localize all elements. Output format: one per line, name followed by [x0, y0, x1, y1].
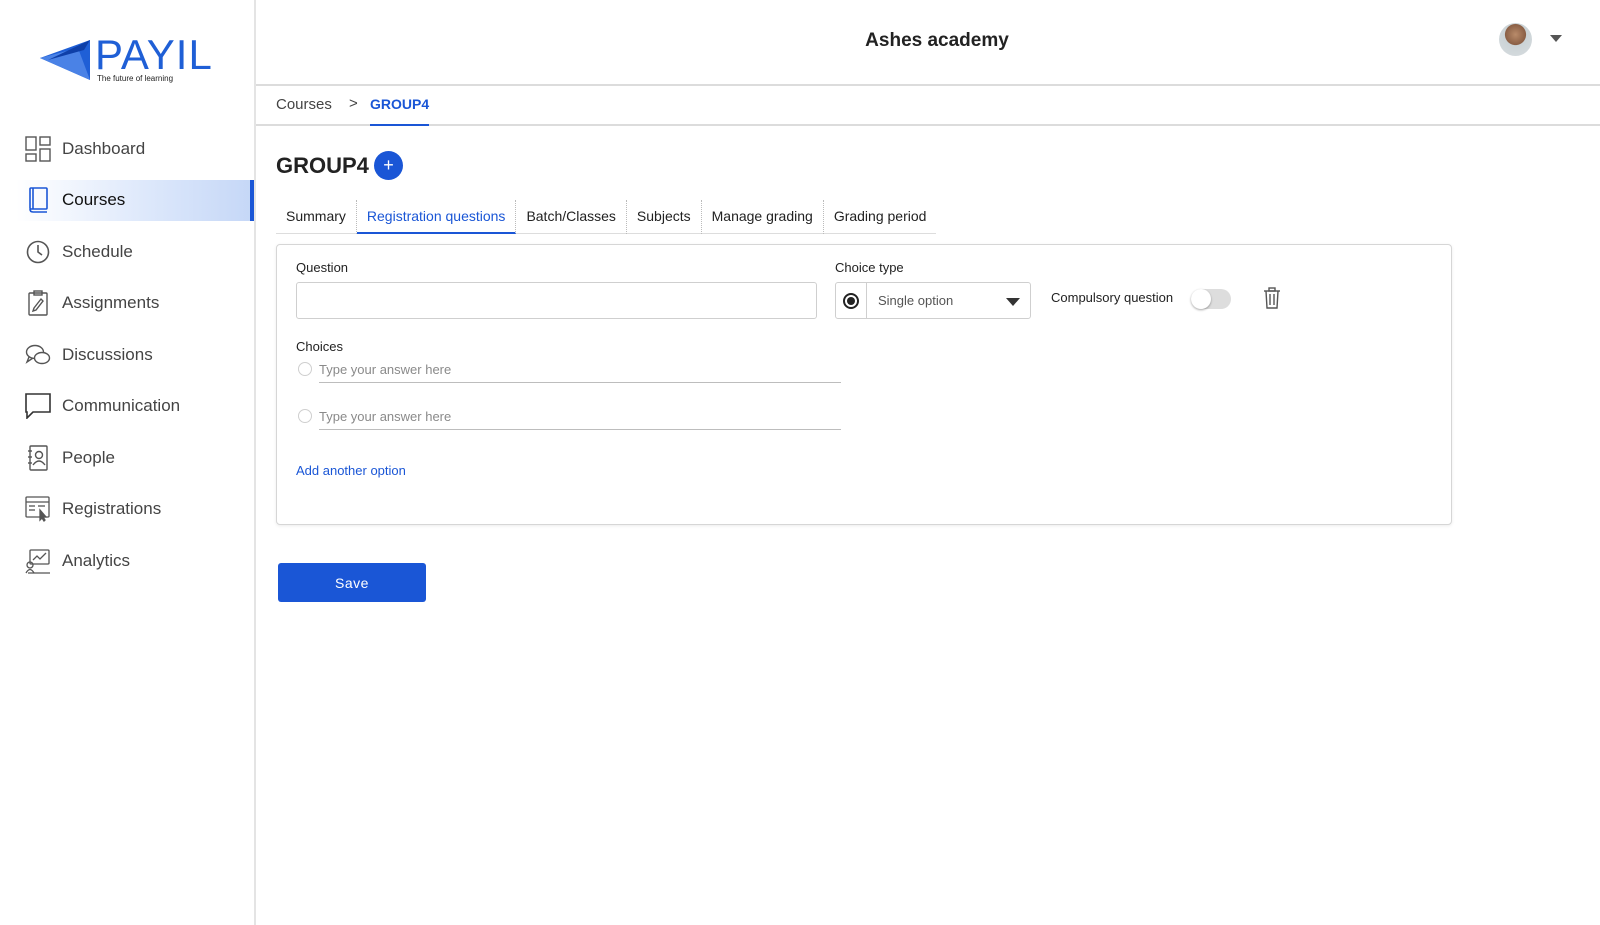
choice-row [296, 404, 841, 430]
chevron-right-icon: > [349, 95, 358, 112]
sidebar-item-registrations[interactable]: Registrations [0, 489, 254, 530]
logo-tagline: The future of learning [97, 74, 174, 83]
choice-type-select[interactable]: Single option [835, 282, 1031, 319]
logo-mark-icon [40, 40, 90, 80]
choice-input[interactable] [319, 404, 841, 430]
tab-manage-grading[interactable]: Manage grading [702, 200, 824, 234]
add-another-option-link[interactable]: Add another option [296, 463, 406, 478]
sidebar-item-label: Dashboard [62, 138, 146, 158]
radio-button-icon [836, 283, 867, 318]
clipboard-icon [24, 289, 52, 317]
sidebar-item-courses[interactable]: Courses [16, 179, 254, 221]
sidebar-item-people[interactable]: People [0, 437, 254, 478]
tab-batch-classes[interactable]: Batch/Classes [516, 200, 627, 234]
breadcrumb-current[interactable]: GROUP4 [370, 96, 429, 112]
chevron-down-icon[interactable] [1550, 35, 1562, 42]
course-tabs: Summary Registration questions Batch/Cla… [276, 200, 937, 234]
tab-summary[interactable]: Summary [276, 200, 357, 234]
dashboard-icon [24, 135, 52, 163]
sidebar-item-analytics[interactable]: Analytics [0, 540, 254, 581]
choices-label: Choices [296, 339, 343, 354]
choice-type-value: Single option [878, 293, 954, 308]
user-avatar[interactable] [1499, 23, 1532, 56]
analytics-icon [24, 547, 52, 575]
sidebar-item-label: Registrations [62, 499, 162, 518]
sidebar-item-discussions[interactable]: Discussions [0, 334, 254, 375]
sidebar-item-label: Courses [62, 190, 126, 209]
tab-registration-questions[interactable]: Registration questions [356, 200, 517, 234]
sidebar: PAYIL The future of learning Dashboard C… [0, 0, 256, 925]
organization-title: Ashes academy [865, 30, 1009, 51]
sidebar-item-label: Communication [62, 396, 181, 415]
payil-logo[interactable]: PAYIL The future of learning [38, 32, 218, 88]
choice-type-label: Choice type [835, 260, 904, 275]
registration-icon [24, 495, 52, 523]
contacts-icon [24, 444, 52, 472]
save-button[interactable]: Save [278, 563, 426, 602]
tab-grading-period[interactable]: Grading period [824, 200, 937, 234]
question-label: Question [296, 260, 349, 275]
compulsory-question-toggle[interactable] [1191, 289, 1231, 309]
compulsory-question-label: Compulsory question [1051, 290, 1174, 305]
page-title: GROUP4 [276, 153, 369, 178]
sidebar-item-label: Schedule [62, 241, 133, 261]
dropdown-caret-icon [1006, 298, 1020, 306]
breadcrumb: Courses > GROUP4 [256, 86, 1600, 126]
sidebar-item-communication[interactable]: Communication [0, 386, 254, 427]
message-icon [24, 392, 52, 420]
add-button[interactable]: + [374, 151, 403, 180]
question-input[interactable] [296, 282, 817, 319]
choice-radio[interactable] [298, 409, 312, 423]
chat-bubbles-icon [24, 341, 52, 369]
question-card: Question Choice type Single option Compu… [276, 244, 1452, 525]
sidebar-item-dashboard[interactable]: Dashboard [0, 128, 254, 169]
sidebar-item-label: Assignments [62, 293, 160, 312]
trash-icon[interactable] [1263, 287, 1281, 309]
breadcrumb-courses-link[interactable]: Courses [276, 96, 332, 113]
sidebar-item-label: Analytics [62, 550, 131, 570]
breadcrumb-active-underline [370, 124, 429, 126]
tab-subjects[interactable]: Subjects [627, 200, 702, 234]
toggle-knob [1191, 289, 1211, 309]
choice-row [296, 357, 841, 383]
sidebar-item-label: People [62, 447, 115, 467]
sidebar-item-schedule[interactable]: Schedule [0, 231, 254, 272]
choice-input[interactable] [319, 357, 841, 383]
choice-radio[interactable] [298, 362, 312, 376]
clock-icon [24, 238, 52, 266]
sidebar-item-assignments[interactable]: Assignments [0, 283, 254, 324]
logo-wordmark: PAYIL [95, 31, 213, 78]
top-header: Ashes academy [256, 0, 1600, 86]
sidebar-nav: Dashboard Courses Schedule Assignments D… [0, 128, 254, 592]
book-icon [24, 186, 52, 214]
sidebar-item-label: Discussions [62, 344, 153, 364]
